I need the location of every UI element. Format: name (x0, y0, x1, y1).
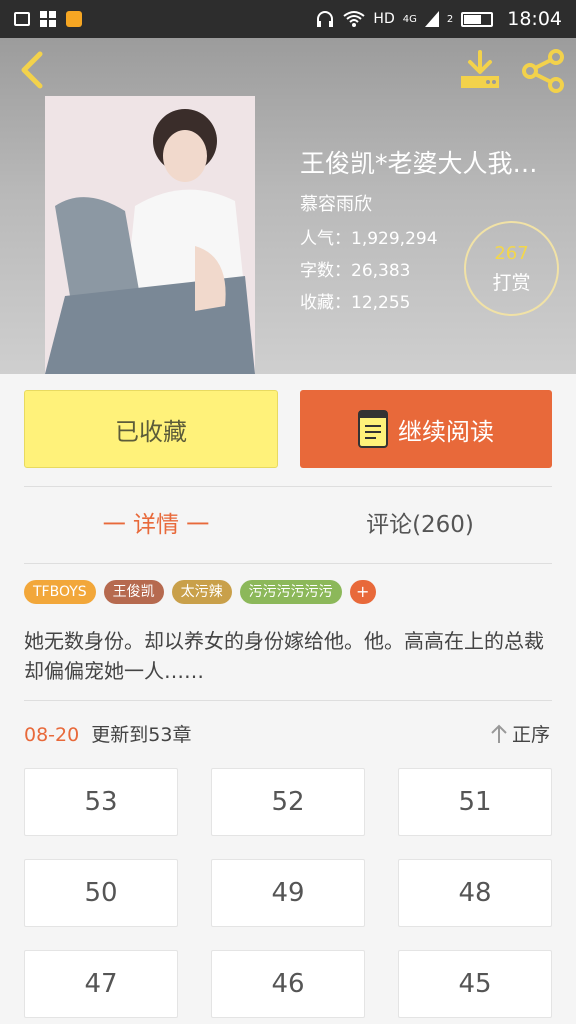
reward-count: 267 (494, 242, 529, 264)
book-author[interactable]: 慕容雨欣 (300, 190, 372, 216)
status-bar: HD 4G 2 18:04 (0, 0, 576, 38)
headphones-icon (317, 11, 334, 27)
reward-label: 打赏 (492, 271, 531, 294)
wifi-icon (343, 11, 366, 27)
continue-reading-label: 继续阅读 (398, 417, 494, 446)
chapter-button[interactable]: 52 (211, 768, 365, 836)
divider (24, 700, 552, 701)
arrow-up-icon (491, 724, 507, 743)
book-description: 她无数身份。却以养女的身份嫁给他。他。高高在上的总裁却偏偏宠她一人…… (24, 629, 544, 683)
chapter-button[interactable]: 53 (24, 768, 178, 836)
update-info: 08-20 更新到53章 (24, 720, 191, 747)
chevron-left-icon[interactable] (14, 50, 50, 90)
grid-icon (40, 11, 56, 27)
chapter-button[interactable]: 46 (211, 950, 365, 1018)
share-icon[interactable] (520, 48, 566, 94)
chapter-button[interactable]: 50 (24, 859, 178, 927)
add-tag-button[interactable]: + (349, 580, 376, 604)
chapter-button[interactable]: 45 (398, 950, 552, 1018)
tag-taiwula[interactable]: 太污辣 (171, 580, 232, 604)
book-title: 王俊凯*老婆大人我… (300, 149, 538, 178)
book-icon (358, 410, 388, 448)
popularity-stat: 人气：1,929,294 (300, 229, 438, 249)
signal-icon (424, 11, 439, 27)
battery-icon (461, 11, 494, 27)
sort-button[interactable]: 正序 (490, 720, 550, 747)
tag-wangjunkai[interactable]: 王俊凯 (103, 580, 164, 604)
chapter-button[interactable]: 51 (398, 768, 552, 836)
tab-detail[interactable]: 一 详情 一 (24, 505, 288, 539)
reward-button[interactable]: 267 打赏 (464, 221, 559, 316)
clock: 18:04 (507, 8, 562, 30)
book-cover (45, 96, 255, 374)
tag-wuwu[interactable]: 污污污污污污 (239, 580, 342, 604)
book-header: 王俊凯*老婆大人我… 慕容雨欣 人气：1,929,294 字数：26,383 收… (0, 38, 576, 374)
app-icon (66, 11, 82, 27)
sim-label: 2 (446, 13, 454, 25)
tag-list: TFBOYS 王俊凯 太污辣 污污污污污污 + (24, 580, 376, 604)
update-date: 08-20 (24, 724, 80, 746)
signal-label: 4G (402, 13, 417, 25)
favorites-stat: 收藏：12,255 (300, 293, 411, 313)
sort-label: 正序 (512, 724, 551, 746)
chapter-button[interactable]: 49 (211, 859, 365, 927)
divider (24, 563, 552, 564)
favorited-label: 已收藏 (115, 417, 187, 446)
image-icon (14, 12, 30, 26)
word-count-stat: 字数：26,383 (300, 261, 411, 281)
divider (24, 486, 552, 487)
tab-comments[interactable]: 评论(260) (288, 505, 552, 539)
network-label: HD (373, 11, 395, 27)
chapter-button[interactable]: 47 (24, 950, 178, 1018)
favorited-button[interactable]: 已收藏 (24, 390, 278, 468)
update-text: 更新到53章 (91, 724, 192, 746)
download-icon[interactable] (458, 48, 502, 92)
tag-tfboys[interactable]: TFBOYS (24, 580, 96, 604)
chapter-button[interactable]: 48 (398, 859, 552, 927)
continue-reading-button[interactable]: 继续阅读 (300, 390, 552, 468)
